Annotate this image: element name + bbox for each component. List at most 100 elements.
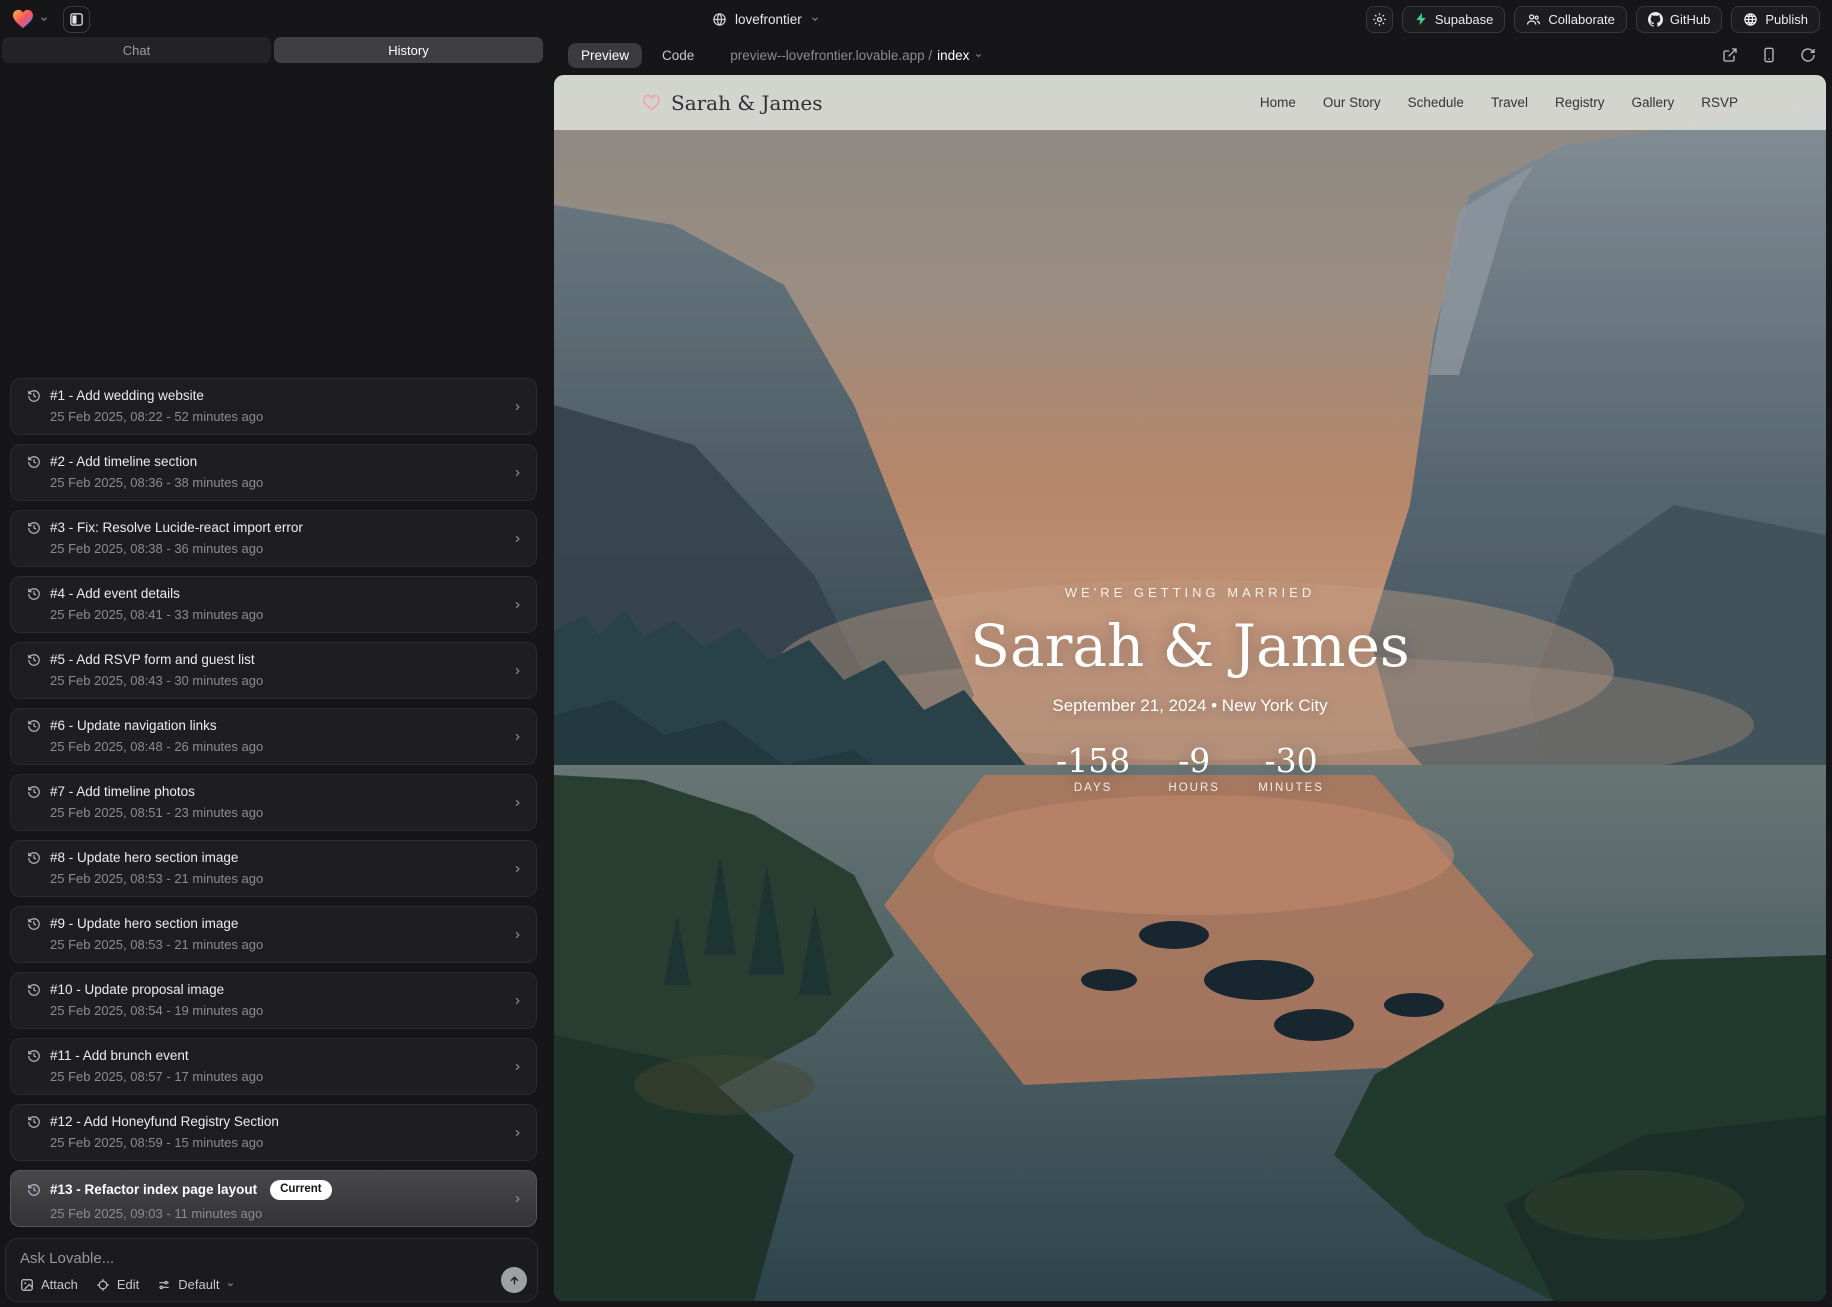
site-nav-link[interactable]: Registry <box>1555 95 1605 110</box>
preview-url[interactable]: preview--lovefrontier.lovable.app / inde… <box>730 48 983 63</box>
refresh-icon <box>1800 47 1816 63</box>
history-restore-icon <box>27 785 41 799</box>
history-item[interactable]: #9 - Update hero section image 25 Feb 20… <box>10 906 537 963</box>
chevron-down-icon <box>810 14 820 24</box>
lovable-logo-menu[interactable] <box>12 9 49 29</box>
edit-button[interactable]: Edit <box>96 1277 139 1292</box>
history-restore-icon <box>27 587 41 601</box>
site-logo-text: Sarah & James <box>671 91 823 115</box>
history-item[interactable]: #5 - Add RSVP form and guest list 25 Feb… <box>10 642 537 699</box>
site-nav-link[interactable]: Travel <box>1491 95 1528 110</box>
chevron-down-icon <box>226 1280 235 1289</box>
history-item-timestamp: 25 Feb 2025, 08:38 - 36 minutes ago <box>50 541 506 556</box>
open-external-button[interactable] <box>1722 47 1738 63</box>
history-item-timestamp: 25 Feb 2025, 08:22 - 52 minutes ago <box>50 409 506 424</box>
history-item-title: #8 - Update hero section image <box>50 850 238 865</box>
panel-left-icon <box>69 12 84 27</box>
hero-subtitle: September 21, 2024 • New York City <box>554 696 1826 716</box>
chevron-right-icon <box>512 863 523 874</box>
history-item[interactable]: #2 - Add timeline section 25 Feb 2025, 0… <box>10 444 537 501</box>
target-edit-icon <box>96 1278 110 1292</box>
tab-history[interactable]: History <box>274 37 543 63</box>
ask-lovable-input[interactable] <box>20 1250 523 1267</box>
topbar: lovefrontier Supabase <box>0 0 1832 38</box>
lovable-heart-logo-icon <box>12 9 34 29</box>
composer: Attach Edit Default <box>5 1238 538 1302</box>
history-item[interactable]: #10 - Update proposal image 25 Feb 2025,… <box>10 972 537 1029</box>
chevron-down-icon <box>39 14 49 24</box>
history-restore-icon <box>27 851 41 865</box>
history-item-title: #9 - Update hero section image <box>50 916 238 931</box>
history-restore-icon <box>27 983 41 997</box>
history-item-timestamp: 25 Feb 2025, 08:41 - 33 minutes ago <box>50 607 506 622</box>
site-nav-link[interactable]: Home <box>1260 95 1296 110</box>
site-nav: Home Our Story Schedule Travel Registry … <box>1260 95 1738 110</box>
history-item-title: #2 - Add timeline section <box>50 454 197 469</box>
tab-preview[interactable]: Preview <box>568 43 642 68</box>
site-header: Sarah & James Home Our Story Schedule Tr… <box>554 75 1826 130</box>
history-item-timestamp: 25 Feb 2025, 08:53 - 21 minutes ago <box>50 871 506 886</box>
preview-toolbar-icons <box>1722 47 1826 63</box>
attach-button[interactable]: Attach <box>20 1277 78 1292</box>
attach-image-icon <box>20 1278 34 1292</box>
site-nav-link[interactable]: Gallery <box>1631 95 1674 110</box>
history-restore-icon <box>27 389 41 403</box>
chevron-down-icon <box>974 51 983 60</box>
github-icon <box>1648 12 1663 27</box>
history-item[interactable]: #4 - Add event details 25 Feb 2025, 08:4… <box>10 576 537 633</box>
site-nav-link[interactable]: Our Story <box>1323 95 1381 110</box>
history-item-title: #6 - Update navigation links <box>50 718 217 733</box>
history-item-timestamp: 25 Feb 2025, 08:53 - 21 minutes ago <box>50 937 506 952</box>
history-item[interactable]: #1 - Add wedding website 25 Feb 2025, 08… <box>10 378 537 435</box>
chevron-right-icon <box>512 665 523 676</box>
history-item[interactable]: #11 - Add brunch event 25 Feb 2025, 08:5… <box>10 1038 537 1095</box>
countdown-column: -158 DAYS <box>1056 743 1130 794</box>
hero-title: Sarah & James <box>554 615 1826 679</box>
history-item-title: #13 - Refactor index page layout <box>50 1182 257 1197</box>
arrow-up-icon <box>508 1274 521 1287</box>
sidebar-toggle-button[interactable] <box>63 6 90 33</box>
history-item-timestamp: 25 Feb 2025, 08:48 - 26 minutes ago <box>50 739 506 754</box>
preview-url-page: index <box>937 48 969 63</box>
site-nav-link[interactable]: Schedule <box>1408 95 1464 110</box>
send-button[interactable] <box>501 1267 527 1293</box>
project-switcher[interactable]: lovefrontier <box>712 0 820 38</box>
history-item-title: #11 - Add brunch event <box>50 1048 189 1063</box>
history-item-timestamp: 25 Feb 2025, 08:57 - 17 minutes ago <box>50 1069 506 1084</box>
chevron-right-icon <box>512 467 523 478</box>
collaborate-button[interactable]: Collaborate <box>1514 6 1627 33</box>
site-nav-link[interactable]: RSVP <box>1701 95 1738 110</box>
countdown-label: DAYS <box>1056 782 1130 794</box>
history-restore-icon <box>27 719 41 733</box>
history-item-timestamp: 25 Feb 2025, 08:36 - 38 minutes ago <box>50 475 506 490</box>
chevron-right-icon <box>512 1193 523 1204</box>
settings-button[interactable] <box>1366 6 1393 33</box>
site-logo[interactable]: Sarah & James <box>642 91 823 115</box>
model-selector[interactable]: Default <box>157 1277 235 1292</box>
history-item-timestamp: 25 Feb 2025, 08:43 - 30 minutes ago <box>50 673 506 688</box>
history-item[interactable]: #13 - Refactor index page layout Current… <box>10 1170 537 1227</box>
tab-code[interactable]: Code <box>662 48 694 63</box>
history-item-title: #7 - Add timeline photos <box>50 784 195 799</box>
chevron-right-icon <box>512 995 523 1006</box>
chevron-right-icon <box>512 731 523 742</box>
sidebar-tabs: Chat History <box>2 37 543 63</box>
refresh-button[interactable] <box>1800 47 1816 63</box>
mobile-view-button[interactable] <box>1761 47 1777 63</box>
history-item[interactable]: #12 - Add Honeyfund Registry Section 25 … <box>10 1104 537 1161</box>
supabase-button[interactable]: Supabase <box>1402 6 1506 33</box>
tab-chat[interactable]: Chat <box>2 37 271 63</box>
publish-button[interactable]: Publish <box>1731 6 1820 33</box>
history-item-timestamp: 25 Feb 2025, 08:51 - 23 minutes ago <box>50 805 506 820</box>
history-item[interactable]: #8 - Update hero section image 25 Feb 20… <box>10 840 537 897</box>
history-restore-icon <box>27 521 41 535</box>
current-badge: Current <box>270 1180 332 1200</box>
history-item-title: #12 - Add Honeyfund Registry Section <box>50 1114 279 1129</box>
countdown-label: MINUTES <box>1258 782 1324 794</box>
history-item[interactable]: #3 - Fix: Resolve Lucide-react import er… <box>10 510 537 567</box>
history-item[interactable]: #7 - Add timeline photos 25 Feb 2025, 08… <box>10 774 537 831</box>
chevron-right-icon <box>512 533 523 544</box>
github-button[interactable]: GitHub <box>1636 6 1722 33</box>
history-item[interactable]: #6 - Update navigation links 25 Feb 2025… <box>10 708 537 765</box>
countdown-column: -30 MINUTES <box>1258 743 1324 794</box>
